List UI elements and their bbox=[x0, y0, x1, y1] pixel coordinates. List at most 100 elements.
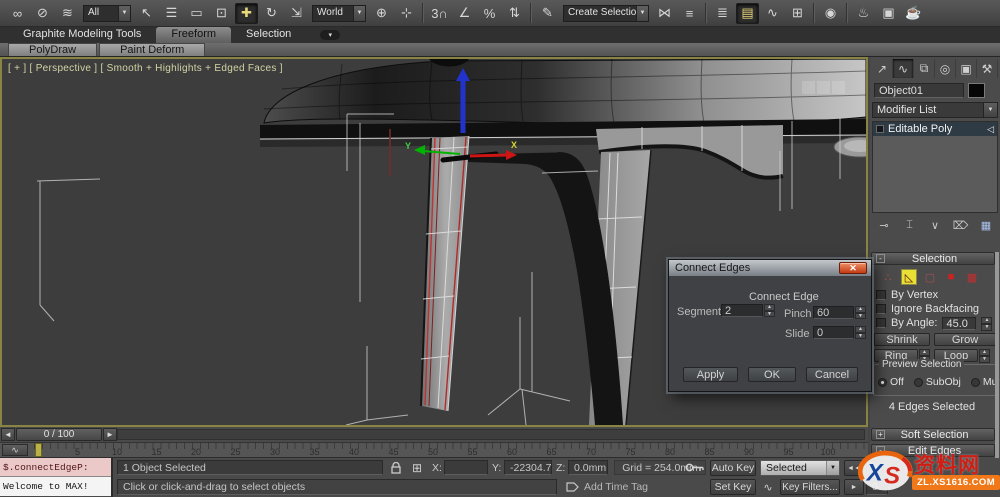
ribbon-minimize-button[interactable]: ▾ bbox=[320, 30, 341, 40]
subobject-border-icon[interactable]: ▢ bbox=[922, 269, 938, 285]
subobject-element-icon[interactable]: ▩ bbox=[964, 269, 980, 285]
object-name-field[interactable]: Object01 bbox=[874, 83, 964, 98]
select-and-link-button[interactable]: ∞ bbox=[6, 3, 29, 24]
modifier-list-dropdown[interactable]: Modifier List ▼ bbox=[872, 102, 998, 118]
shrink-button[interactable]: Shrink bbox=[874, 333, 930, 346]
by-angle-field[interactable]: 45.0 bbox=[942, 316, 977, 330]
viewport-label[interactable]: [ + ] [ Perspective ] [ Smooth + Highlig… bbox=[8, 63, 283, 74]
pinch-field[interactable]: 60 bbox=[813, 306, 854, 319]
segments-spinner[interactable]: ▲ ▼ bbox=[764, 304, 775, 317]
listener-script-line[interactable]: Welcome to MAX! bbox=[0, 477, 111, 496]
rollout-soft-selection[interactable]: + Soft Selection bbox=[871, 428, 995, 441]
make-unique-icon[interactable]: ∨ bbox=[927, 218, 943, 232]
select-by-name-button[interactable]: ☰ bbox=[160, 3, 183, 24]
z-coordinate-field[interactable]: 0.0mm bbox=[568, 460, 608, 475]
mirror-button[interactable]: ⋈ bbox=[653, 3, 676, 24]
panel-tab-display[interactable]: ▣ bbox=[956, 59, 977, 78]
subobject-polygon-icon[interactable]: ■ bbox=[943, 269, 959, 285]
rollout-selection[interactable]: - Selection bbox=[871, 252, 995, 265]
time-slider-track[interactable] bbox=[117, 429, 865, 440]
absolute-mode-icon[interactable]: ⊞ bbox=[408, 460, 426, 475]
tab-freeform[interactable]: Freeform bbox=[156, 27, 232, 43]
radio-off[interactable]: Off bbox=[878, 376, 904, 388]
by-vertex-row[interactable]: By Vertex bbox=[876, 289, 938, 301]
stack-item-editable-poly[interactable]: Editable Poly ◁ bbox=[873, 122, 997, 136]
subtab-polydraw[interactable]: PolyDraw bbox=[8, 43, 98, 56]
key-mode-toggle-icon[interactable]: ∿ bbox=[760, 479, 776, 495]
key-filters-button[interactable]: Key Filters... bbox=[780, 479, 840, 495]
use-pivot-point-center-button[interactable]: ⊕ bbox=[370, 3, 393, 24]
material-editor-button[interactable]: ◉ bbox=[819, 3, 842, 24]
apply-button[interactable]: Apply bbox=[683, 367, 738, 382]
align-button[interactable]: ≡ bbox=[678, 3, 701, 24]
slide-spinner[interactable]: ▲ ▼ bbox=[855, 326, 866, 339]
collapse-icon[interactable]: + bbox=[876, 430, 885, 439]
mini-curve-editor-button[interactable]: ∿ bbox=[2, 444, 28, 456]
rendered-frame-window-button[interactable]: ▣ bbox=[877, 3, 900, 24]
select-and-manipulate-button[interactable]: ⊹ bbox=[395, 3, 418, 24]
current-frame-marker[interactable] bbox=[35, 443, 42, 457]
panel-tab-modify[interactable]: ∿ bbox=[893, 59, 914, 78]
x-coordinate-field[interactable] bbox=[444, 460, 488, 475]
previous-frame-button[interactable]: ◄ bbox=[1, 428, 15, 441]
snaps-toggle-3d-button[interactable]: 3∩ bbox=[428, 3, 451, 24]
panel-tab-create[interactable]: ↗ bbox=[872, 59, 893, 78]
schematic-view-button[interactable]: ⊞ bbox=[786, 3, 809, 24]
show-end-result-icon[interactable]: ⌶ bbox=[902, 218, 918, 232]
close-icon[interactable]: ✕ bbox=[839, 262, 867, 274]
add-time-tag[interactable]: Add Time Tag bbox=[584, 481, 648, 493]
spinner-snap-toggle-button[interactable]: ⇅ bbox=[503, 3, 526, 24]
select-and-move-button[interactable]: ✚ bbox=[235, 2, 258, 24]
segments-field[interactable]: 2 bbox=[721, 304, 763, 317]
subobject-edge-icon[interactable]: ◺ bbox=[901, 269, 917, 285]
auto-key-button[interactable]: Auto Key bbox=[710, 460, 756, 476]
percent-snap-toggle-button[interactable]: % bbox=[478, 3, 501, 24]
select-and-rotate-button[interactable]: ↻ bbox=[260, 3, 283, 24]
subobject-vertex-icon[interactable]: ∴ bbox=[880, 269, 896, 285]
time-slider-handle[interactable]: 0 / 100 bbox=[16, 428, 102, 441]
stack-expand-icon[interactable] bbox=[876, 125, 884, 133]
select-and-scale-button[interactable]: ⇲ bbox=[285, 3, 308, 24]
radio-subobj[interactable]: SubObj bbox=[913, 376, 961, 388]
curve-editor-button[interactable]: ∿ bbox=[761, 3, 784, 24]
y-coordinate-field[interactable]: -22304.76 bbox=[504, 460, 552, 475]
panel-tab-utilities[interactable]: ⚒ bbox=[977, 59, 998, 78]
ignore-backfacing-row[interactable]: Ignore Backfacing bbox=[876, 303, 979, 315]
configure-modifier-sets-icon[interactable]: ▦ bbox=[978, 218, 994, 232]
rectangular-selection-region-button[interactable]: ▭ bbox=[185, 3, 208, 24]
ignore-backfacing-checkbox[interactable] bbox=[876, 304, 886, 314]
panel-tab-motion[interactable]: ◎ bbox=[935, 59, 956, 78]
modifier-stack[interactable]: Editable Poly ◁ bbox=[872, 121, 998, 213]
selection-filter-dropdown[interactable]: All ▼ bbox=[83, 4, 131, 22]
manage-layers-button[interactable]: ≣ bbox=[711, 3, 734, 24]
listener-macro-line[interactable]: $.connectEdgeP: bbox=[0, 458, 111, 477]
named-selection-sets-dropdown[interactable]: Create Selection Se▼ bbox=[563, 4, 649, 22]
grow-button[interactable]: Grow bbox=[934, 333, 996, 346]
cancel-button[interactable]: Cancel bbox=[806, 367, 858, 382]
by-angle-spinner[interactable]: ▲ ▼ bbox=[981, 316, 993, 331]
slide-field[interactable]: 0 bbox=[813, 326, 854, 339]
panel-tab-hierarchy[interactable]: ⧉ bbox=[914, 59, 935, 78]
angle-snap-toggle-button[interactable]: ∠ bbox=[453, 3, 476, 24]
edit-named-selection-sets-button[interactable]: ✎ bbox=[536, 3, 559, 24]
remove-modifier-icon[interactable]: ⌦ bbox=[953, 218, 969, 232]
collapse-icon[interactable]: - bbox=[876, 254, 885, 263]
render-setup-button[interactable]: ♨ bbox=[852, 3, 875, 24]
maxscript-mini-listener[interactable]: $.connectEdgeP: Welcome to MAX! bbox=[0, 458, 113, 497]
selection-lock-icon[interactable] bbox=[388, 460, 404, 475]
ok-button[interactable]: OK bbox=[748, 367, 796, 382]
key-selection-set-dropdown[interactable]: Selected ▼ bbox=[760, 460, 840, 476]
render-production-button[interactable]: ☕ bbox=[902, 3, 925, 24]
by-angle-row[interactable]: By Angle: 45.0 ▲ ▼ bbox=[876, 316, 993, 331]
pinch-spinner[interactable]: ▲ ▼ bbox=[855, 306, 866, 319]
loop-spinner[interactable]: ▲ ▼ bbox=[979, 349, 990, 363]
dialog-titlebar[interactable]: Connect Edges ✕ bbox=[669, 260, 871, 276]
select-object-button[interactable]: ↖ bbox=[135, 3, 158, 24]
unlink-selection-button[interactable]: ⊘ bbox=[31, 3, 54, 24]
track-bar[interactable]: ∿ 05101520253035404550556065707580859095… bbox=[0, 443, 868, 458]
bind-to-space-warp-button[interactable]: ≋ bbox=[56, 3, 79, 24]
tab-selection[interactable]: Selection bbox=[231, 27, 306, 43]
reference-coordinate-system-dropdown[interactable]: World ▼ bbox=[312, 4, 366, 22]
by-vertex-checkbox[interactable] bbox=[876, 290, 886, 300]
pin-stack-icon[interactable]: ⊸ bbox=[876, 218, 892, 232]
